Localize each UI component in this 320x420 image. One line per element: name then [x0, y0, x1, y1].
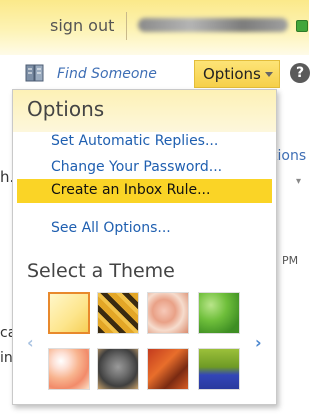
options-button-label: Options	[203, 65, 261, 83]
presence-status-icon	[296, 20, 308, 32]
options-menu-header: Options	[13, 90, 276, 132]
options-menu: Options Set Automatic Replies... Change …	[12, 89, 277, 405]
background-link[interactable]: tions	[272, 148, 306, 164]
sign-out-link[interactable]: sign out	[50, 16, 114, 35]
tiger-theme[interactable]	[97, 292, 139, 334]
background-time: PM	[282, 254, 299, 267]
chevron-right-icon[interactable]: ›	[255, 333, 262, 352]
options-button[interactable]: Options	[194, 60, 280, 88]
cartoon-creature-theme[interactable]	[198, 348, 240, 390]
menu-item-set-automatic-replies[interactable]: Set Automatic Replies...	[51, 133, 218, 149]
floral-pink-theme[interactable]	[147, 292, 189, 334]
background-text: in	[0, 350, 13, 366]
help-icon[interactable]: ?	[290, 63, 310, 83]
divider	[126, 12, 127, 40]
robot-theme[interactable]	[97, 348, 139, 390]
address-book-icon[interactable]	[24, 62, 46, 84]
autumn-leaves-theme[interactable]	[147, 348, 189, 390]
pale-yellow-theme[interactable]	[48, 292, 90, 334]
bubbles-theme[interactable]	[48, 348, 90, 390]
user-name-redacted[interactable]	[138, 18, 288, 32]
select-theme-title: Select a Theme	[27, 260, 175, 282]
find-someone-link[interactable]: Find Someone	[57, 66, 157, 82]
green-leaves-theme[interactable]	[198, 292, 240, 334]
menu-item-see-all-options[interactable]: See All Options...	[51, 220, 171, 236]
options-menu-title: Options	[27, 97, 105, 121]
menu-item-create-inbox-rule[interactable]: Create an Inbox Rule...	[17, 179, 272, 203]
chevron-down-icon	[265, 72, 273, 77]
menu-item-change-password[interactable]: Change Your Password...	[51, 159, 222, 175]
top-bar: sign out	[0, 0, 309, 55]
menu-item-label: Create an Inbox Rule...	[51, 182, 211, 198]
chevron-left-icon[interactable]: ‹	[27, 333, 34, 352]
background-arrow: ▾	[296, 176, 302, 187]
